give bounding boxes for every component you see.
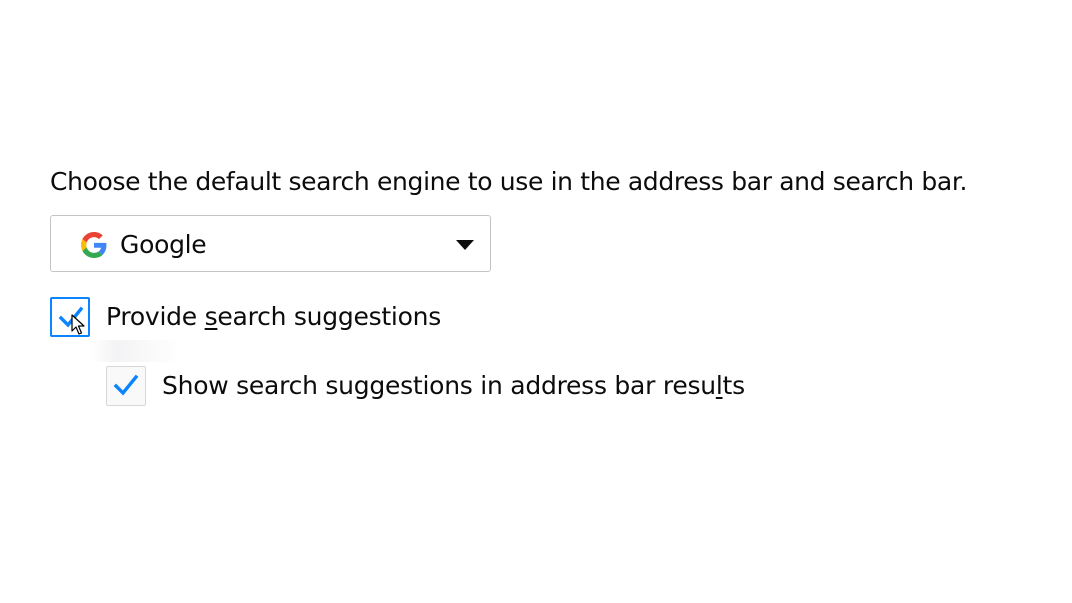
search-preferences-pane: Choose the default search engine to use … xyxy=(0,0,1072,603)
google-g-icon xyxy=(81,232,107,258)
selected-engine-label: Google xyxy=(120,230,207,259)
dropdown-arrow-icon xyxy=(456,240,474,250)
address-bar-suggestions-checkbox[interactable] xyxy=(106,366,146,406)
checkmark-icon xyxy=(113,374,139,396)
default-search-engine-dropdown[interactable]: Google xyxy=(50,215,491,272)
mouse-cursor-icon xyxy=(71,314,85,335)
address-bar-suggestions-label: Show search suggestions in address bar r… xyxy=(162,371,745,400)
provide-search-suggestions-label: Provide search suggestions xyxy=(106,302,442,331)
default-search-engine-description: Choose the default search engine to use … xyxy=(50,167,968,196)
hover-highlight-artifact xyxy=(90,340,180,362)
